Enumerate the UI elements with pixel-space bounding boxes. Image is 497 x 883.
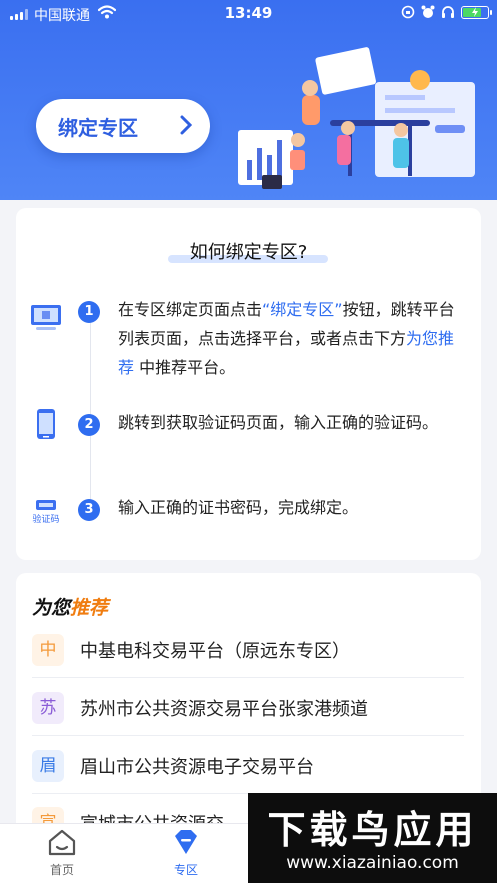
how-to-bind-card: 如何绑定专区? 1 在专区绑定页面点击“绑定专区”按钮，跳转平台列表页面，点击选… [16,208,481,560]
phone-icon [37,409,55,439]
bind-zone-label: 绑定专区 [58,115,138,140]
platform-badge: 中 [32,633,64,666]
step-number-1: 1 [78,301,100,323]
recommend-item[interactable]: 苏 苏州市公共资源交易平台张家港频道 [32,680,464,736]
verification-code-icon: 验证码 [28,496,64,525]
hero-banner: 中国联通 13:49 绑定专区 [0,0,497,200]
platform-name: 眉山市公共资源电子交易平台 [80,756,314,778]
step-3-text: 输入正确的证书密码，完成绑定。 [118,498,359,517]
step-number-2: 2 [78,414,100,436]
platform-name: 中基电科交易平台（原远东专区） [80,640,350,662]
step-number-3: 3 [78,499,100,521]
chevron-right-icon [180,115,192,135]
how-to-title: 如何绑定专区? [16,238,481,264]
platform-badge: 眉 [32,749,64,782]
recommend-item[interactable]: 眉 眉山市公共资源电子交易平台 [32,738,464,794]
rotation-lock-icon [401,5,415,19]
recommend-title: 为您推荐 [32,597,109,619]
platform-badge: 苏 [32,691,64,724]
diamond-icon [175,830,197,854]
tab-home[interactable]: 首页 [22,828,102,878]
watermark-logo-text: 下载鸟应用 [267,808,478,852]
battery-icon [461,5,492,19]
meeting-illustration [238,47,475,189]
step-1-text: 在专区绑定页面点击“绑定专区”按钮，跳转平台列表页面，点击选择平台，或者点击下方… [118,300,455,377]
recommend-item[interactable]: 中 中基电科交易平台（原远东专区） [32,622,464,678]
status-bar: 中国联通 13:49 [0,0,497,26]
verification-code-label: 验证码 [32,515,60,525]
step-2-text: 跳转到获取验证码页面，输入正确的验证码。 [118,413,439,432]
bind-zone-button[interactable]: 绑定专区 [36,99,210,153]
tab-zone-label: 专区 [173,863,198,877]
home-icon [48,829,76,856]
timeline-line [90,312,91,512]
tab-home-label: 首页 [49,863,74,877]
watermark-overlay: 下载鸟应用 www.xiazainiao.com [248,793,497,883]
monitor-icon [31,305,61,330]
watermark-url: www.xiazainiao.com [286,853,459,873]
headphones-icon [442,6,454,18]
tab-zone[interactable]: 专区 [146,828,226,878]
platform-name: 苏州市公共资源交易平台张家港频道 [80,698,368,720]
alarm-icon [421,5,435,18]
